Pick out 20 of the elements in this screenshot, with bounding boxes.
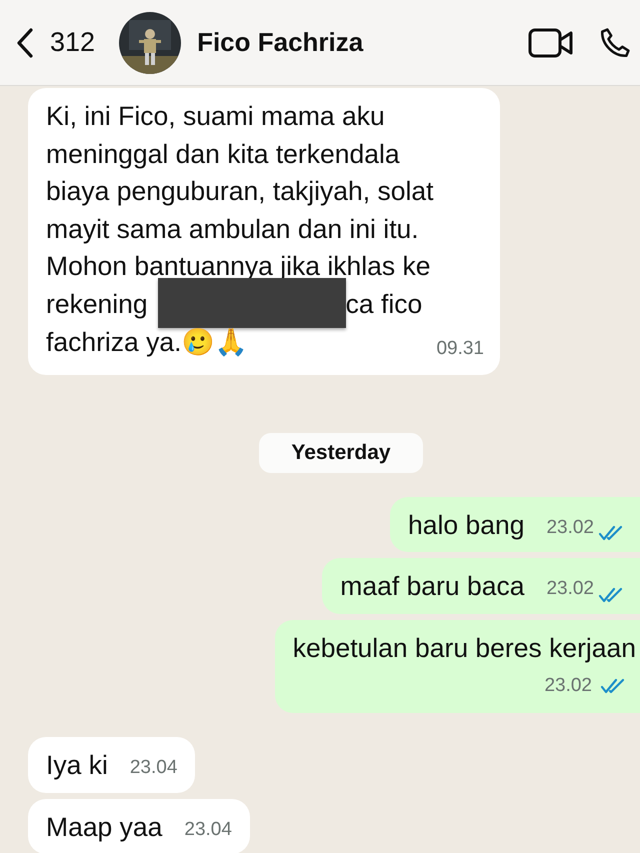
back-icon[interactable] [16,26,34,58]
message-time: 23.04 [130,756,178,780]
video-call-icon[interactable] [528,26,574,58]
message-time: 23.02 [546,577,594,602]
message-text: ca fico [346,288,422,321]
message-text: Maap yaa [46,810,162,844]
unread-count[interactable]: 312 [50,22,96,63]
phone-icon[interactable] [598,26,632,60]
message-text: kebetulan baru beres kerjaan [292,632,636,665]
date-chip: Yesterday [259,433,423,473]
message-time: 09.31 [436,336,484,361]
message-time: 23.02 [546,516,594,540]
message-text: fachriza ya.🥲🙏 [46,326,248,359]
message-text: rekening [46,288,148,321]
contact-name[interactable]: Fico Fachriza [197,23,364,62]
message-time: 23.02 [544,674,592,698]
message-text: halo bang [408,508,524,542]
message-text: Iya ki [46,749,108,782]
message-time: 23.04 [184,818,232,842]
message-text: maaf baru baca [340,570,524,604]
